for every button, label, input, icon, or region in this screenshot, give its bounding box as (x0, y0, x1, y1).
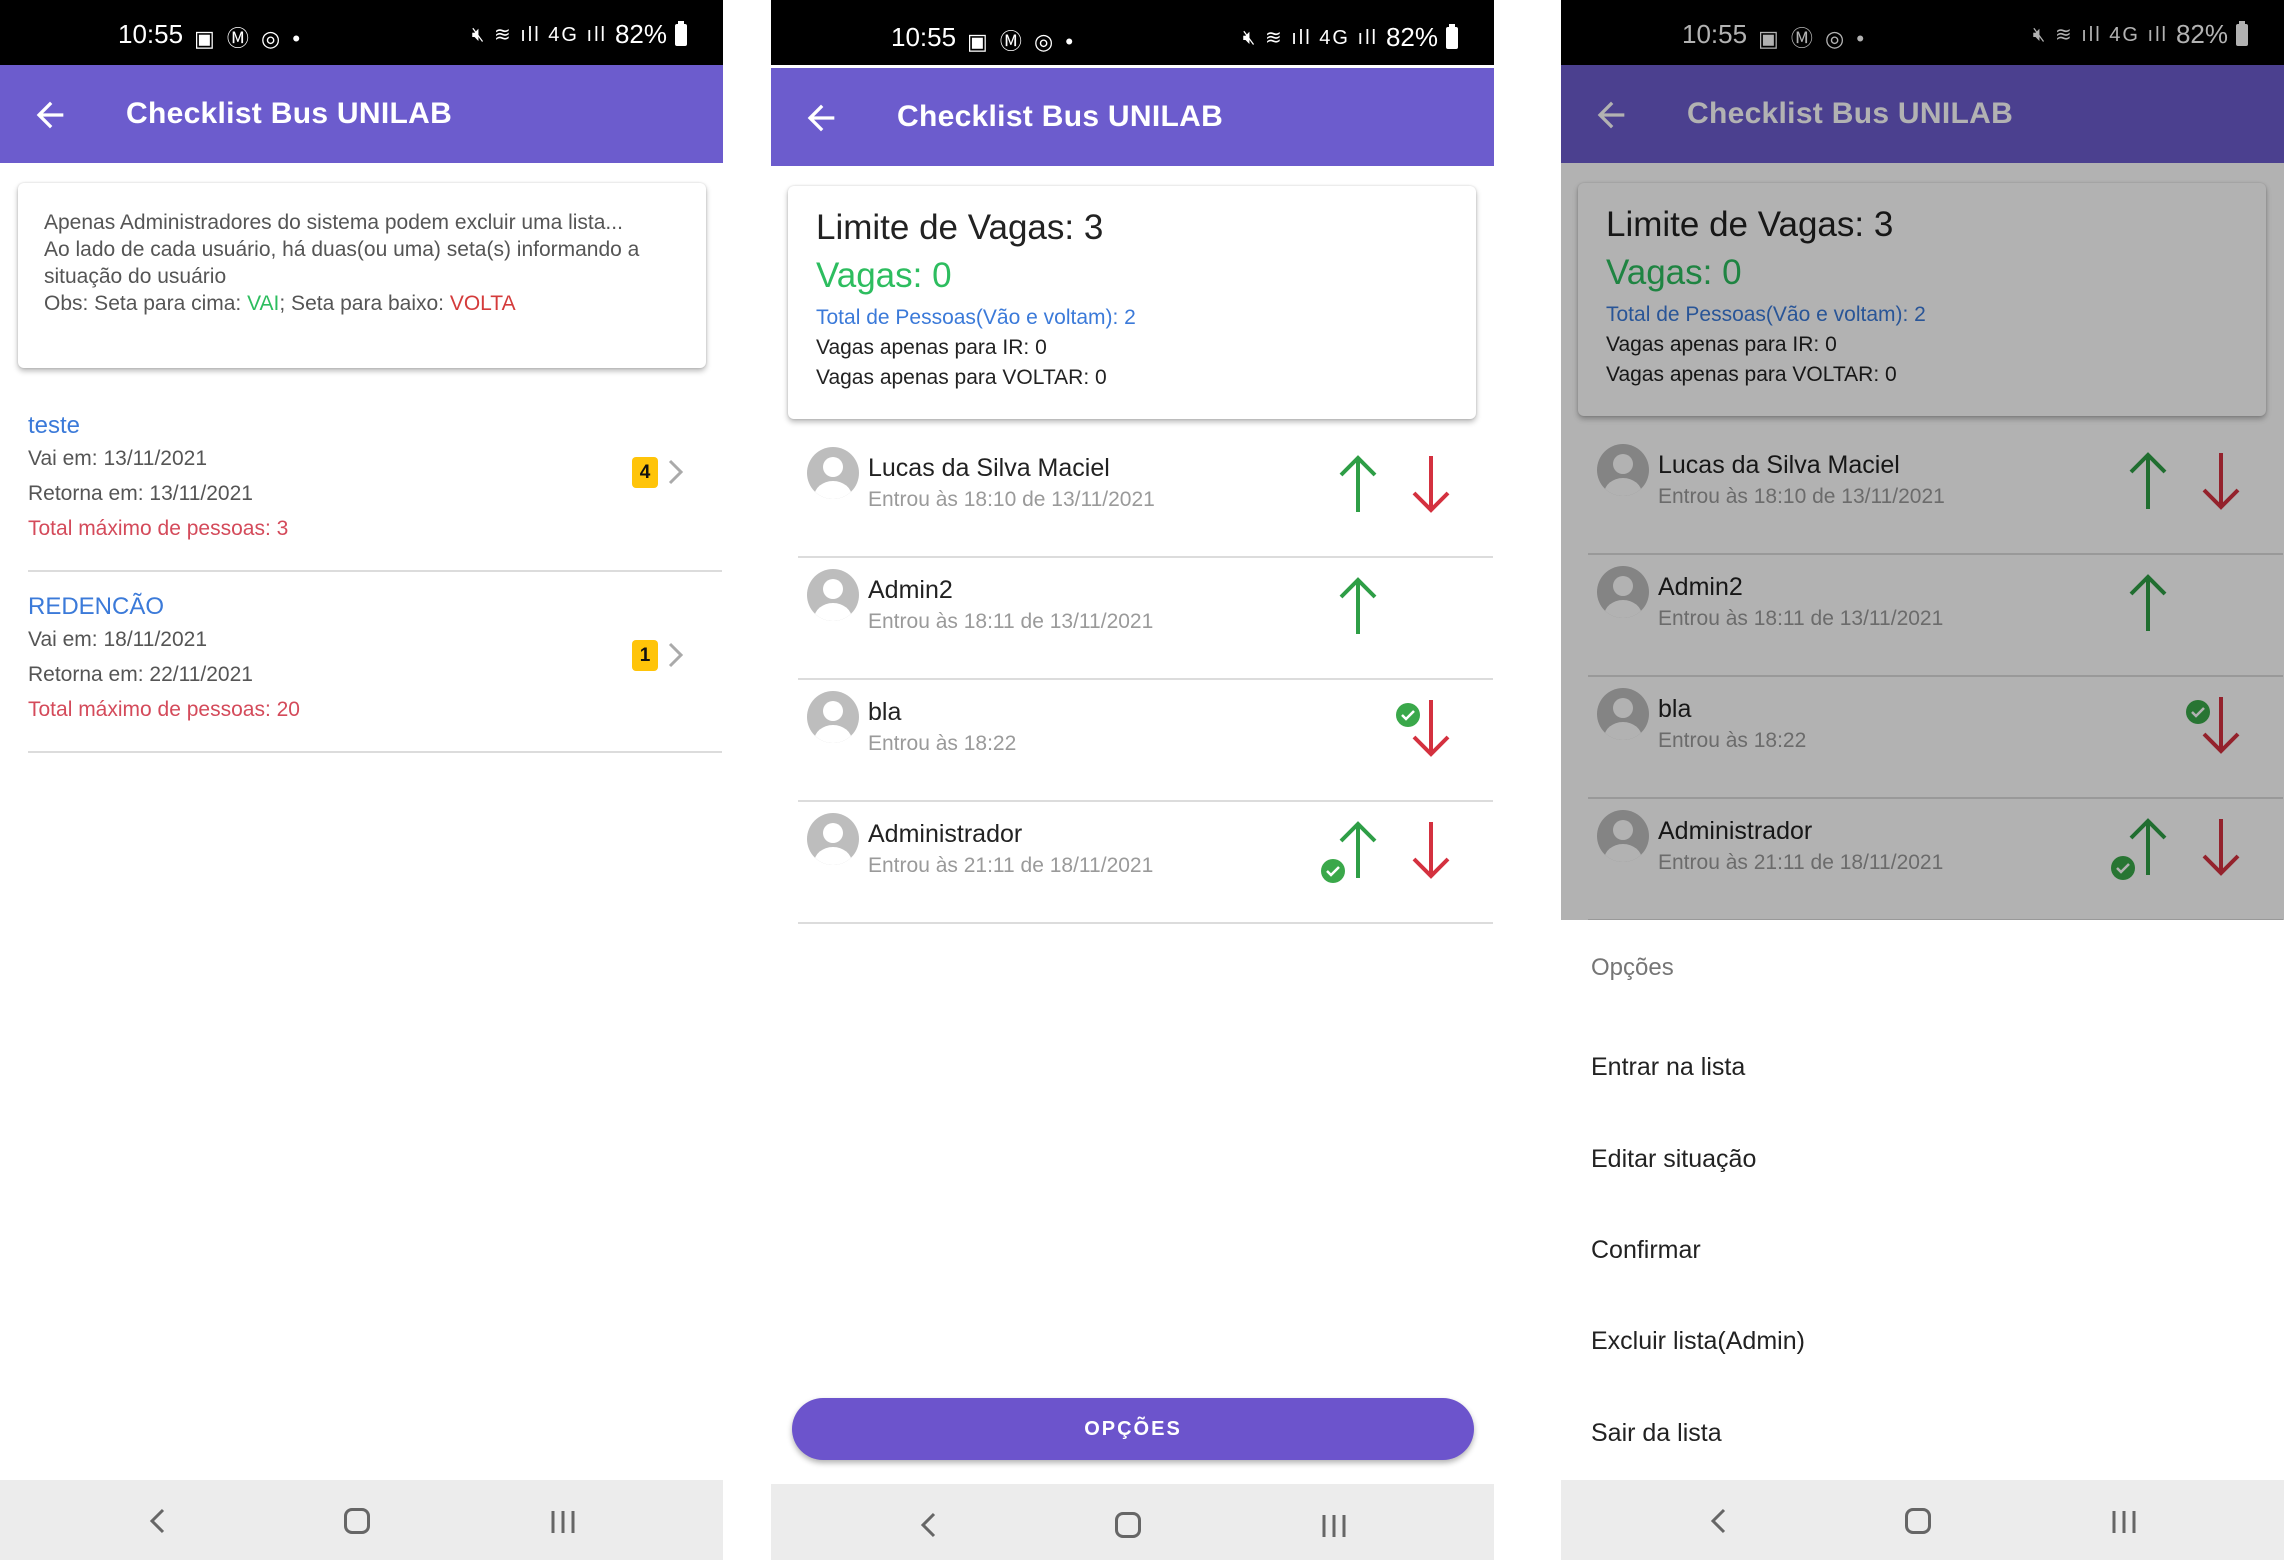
app-bar: Checklist Bus UNILAB (771, 68, 1494, 166)
list-item[interactable]: teste Vai em: 13/11/2021 Retorna em: 13/… (28, 392, 722, 572)
list-retorna: Retorna em: 22/11/2021 (28, 663, 253, 686)
list-retorna: Retorna em: 13/11/2021 (28, 482, 253, 505)
signal-icons: 🔇︎ ≋ ıll 4G ıll (471, 24, 607, 46)
nav-home-icon[interactable] (1905, 1508, 1931, 1534)
list-item[interactable]: REDENCÃO Vai em: 18/11/2021 Retorna em: … (28, 573, 722, 753)
status-time: 10:55 (891, 22, 957, 52)
arrow-down-icon[interactable] (1408, 818, 1454, 882)
check-circle-icon (1321, 859, 1345, 883)
arrow-up-icon[interactable] (1335, 574, 1381, 638)
option-leave-list[interactable]: Sair da lista (1591, 1419, 1722, 1448)
avatar-icon (807, 813, 859, 865)
nav-back-icon[interactable] (917, 1508, 939, 1542)
info-obs: Obs: Seta para cima: VAI; Seta para baix… (44, 292, 516, 316)
person-row[interactable]: Lucas da Silva Maciel Entrou às 18:10 de… (798, 436, 1493, 558)
info-card: Apenas Administradores do sistema podem … (18, 183, 706, 368)
person-entered: Entrou às 18:22 (868, 732, 1017, 755)
count-badge: 4 (632, 457, 658, 488)
vagas-available: Vagas: 0 (816, 256, 952, 295)
list-name: teste (28, 412, 81, 439)
screen-list-detail: 10:55 ▣ Ⓜ ◎ • 🔇︎ ≋ ıll 4G ıll 82% Checkl… (771, 0, 1494, 1560)
screen-options-sheet: 10:55 ▣ Ⓜ ◎ • 🔇︎ ≋ ıll 4G ıll 82% Checkl… (1561, 0, 2284, 1560)
person-name: bla (868, 698, 902, 726)
status-time: 10:55 (118, 19, 184, 49)
person-row[interactable]: bla Entrou às 18:22 (798, 680, 1493, 802)
nav-recent-apps-icon[interactable] (549, 1509, 577, 1535)
person-row[interactable]: Administrador Entrou às 21:11 de 18/11/2… (798, 802, 1493, 924)
sheet-title: Opções (1591, 954, 1674, 981)
limit-vagas: Limite de Vagas: 3 (816, 208, 1104, 247)
signal-icons: 🔇︎ ≋ ıll 4G ıll (1242, 27, 1378, 49)
modal-backdrop[interactable] (1561, 0, 2284, 920)
arrow-up-icon[interactable] (1335, 452, 1381, 516)
options-button[interactable]: OPÇÕES (792, 1398, 1474, 1460)
notification-icons: ▣ Ⓜ ◎ • (194, 26, 304, 51)
chevron-right-icon (668, 642, 684, 668)
list-total: Total máximo de pessoas: 3 (28, 517, 289, 540)
status-right: 🔇︎ ≋ ıll 4G ıll 82% (1243, 22, 1458, 53)
person-entered: Entrou às 21:11 de 18/11/2021 (868, 854, 1154, 877)
status-bar: 10:55 ▣ Ⓜ ◎ • 🔇︎ ≋ ıll 4G ıll 82% (771, 0, 1494, 65)
obs-volta: VOLTA (449, 292, 516, 315)
back-arrow-icon[interactable] (801, 98, 841, 138)
nav-back-icon[interactable] (1707, 1504, 1729, 1538)
status-right: 🔇︎ ≋ ıll 4G ıll 82% (472, 19, 687, 50)
person-row[interactable]: Admin2 Entrou às 18:11 de 13/11/2021 (798, 558, 1493, 680)
avatar-icon (807, 691, 859, 743)
option-delete-list[interactable]: Excluir lista(Admin) (1591, 1327, 1805, 1356)
count-badge: 1 (632, 640, 658, 671)
screen-lists: 10:55 ▣ Ⓜ ◎ • 🔇︎ ≋ ıll 4G ıll 82% Checkl… (0, 0, 723, 1560)
vagas-summary-card: Limite de Vagas: 3 Vagas: 0 Total de Pes… (788, 186, 1476, 419)
list-total: Total máximo de pessoas: 20 (28, 698, 300, 721)
vagas-voltar: Vagas apenas para VOLTAR: 0 (816, 366, 1107, 389)
list-vai: Vai em: 13/11/2021 (28, 447, 208, 470)
avatar-icon (807, 569, 859, 621)
person-name: Admin2 (868, 576, 953, 604)
list-vai: Vai em: 18/11/2021 (28, 628, 208, 651)
person-name: Lucas da Silva Maciel (868, 454, 1110, 482)
nav-back-icon[interactable] (146, 1504, 168, 1538)
obs-prefix: Obs: Seta para cima: (44, 292, 248, 315)
info-text: Apenas Administradores do sistema podem … (44, 211, 623, 234)
battery-percent: 82% (1385, 22, 1438, 52)
nav-home-icon[interactable] (344, 1508, 370, 1534)
battery-icon (1446, 23, 1458, 49)
person-entered: Entrou às 18:10 de 13/11/2021 (868, 488, 1155, 511)
vagas-ir: Vagas apenas para IR: 0 (816, 336, 1047, 359)
person-name: Administrador (868, 820, 1023, 848)
page-title: Checklist Bus UNILAB (897, 100, 1224, 133)
obs-mid: ; Seta para baixo: (279, 292, 450, 315)
page-title: Checklist Bus UNILAB (126, 97, 453, 130)
avatar-icon (807, 447, 859, 499)
option-confirm[interactable]: Confirmar (1591, 1236, 1701, 1265)
system-nav-bar (771, 1484, 1494, 1560)
system-nav-bar (0, 1480, 723, 1560)
person-entered: Entrou às 18:11 de 13/11/2021 (868, 610, 1154, 633)
option-edit-status[interactable]: Editar situação (1591, 1145, 1756, 1174)
option-enter-list[interactable]: Entrar na lista (1591, 1053, 1745, 1082)
battery-percent: 82% (614, 19, 667, 49)
system-nav-bar (1561, 1480, 2284, 1560)
back-arrow-icon[interactable] (30, 95, 70, 135)
info-text: situação do usuário (44, 265, 227, 288)
nav-recent-apps-icon[interactable] (1320, 1513, 1348, 1539)
notification-icons: ▣ Ⓜ ◎ • (967, 29, 1077, 54)
nav-home-icon[interactable] (1115, 1512, 1141, 1538)
list-name: REDENCÃO (28, 593, 165, 620)
info-text: Ao lado de cada usuário, há duas(ou uma)… (44, 238, 640, 261)
arrow-down-icon[interactable] (1408, 452, 1454, 516)
total-people: Total de Pessoas(Vão e voltam): 2 (816, 306, 1136, 329)
options-bottom-sheet: Opções Entrar na lista Editar situação C… (1561, 920, 2284, 1480)
chevron-right-icon (668, 459, 684, 485)
battery-icon (675, 20, 687, 46)
status-bar: 10:55 ▣ Ⓜ ◎ • 🔇︎ ≋ ıll 4G ıll 82% (0, 0, 723, 65)
app-bar: Checklist Bus UNILAB (0, 65, 723, 163)
nav-recent-apps-icon[interactable] (2110, 1509, 2138, 1535)
obs-vai: VAI (247, 292, 280, 315)
check-circle-icon (1396, 703, 1420, 727)
